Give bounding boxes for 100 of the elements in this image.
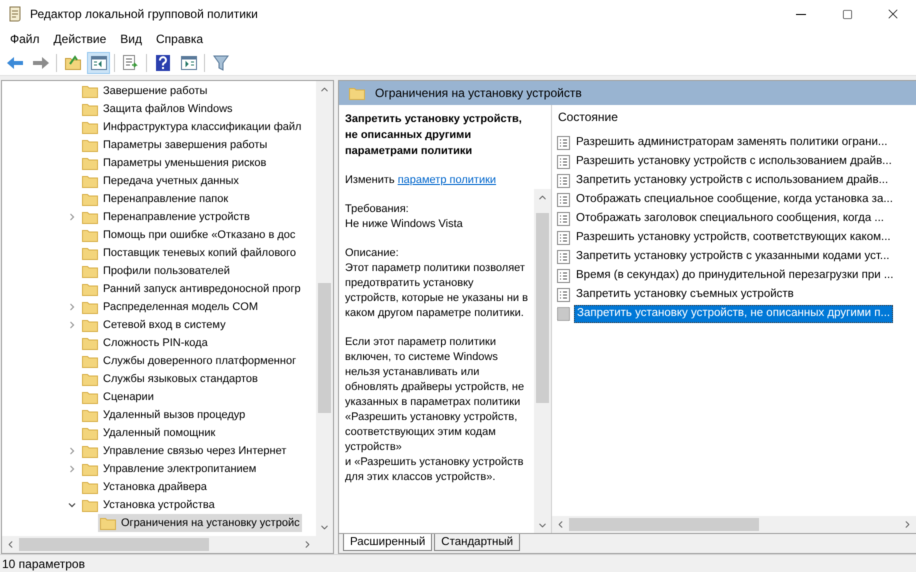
- folder-icon: [82, 156, 98, 170]
- policy-row[interactable]: Время (в секундах) до принудительной перезагрузки при ...: [574, 266, 896, 284]
- folder-icon: [82, 84, 98, 98]
- help-icon: [156, 54, 170, 70]
- policy-row[interactable]: Разрешить администраторам заменять политики ограни...: [574, 134, 890, 152]
- menu-item[interactable]: Файл: [3, 28, 47, 50]
- tree-item[interactable]: Перенаправление папок: [80, 190, 230, 208]
- tree-item[interactable]: Профили пользователей: [80, 262, 232, 280]
- tree-item[interactable]: Ранний запуск антивредоносной прогр: [80, 280, 303, 298]
- policy-setting-icon: [557, 268, 570, 282]
- tree-item[interactable]: Установка драйвера: [80, 478, 209, 496]
- folder-icon: [82, 210, 98, 224]
- tree-item[interactable]: Управление связью через Интернет: [80, 442, 288, 460]
- scrollbar-thumb[interactable]: [318, 283, 331, 413]
- tree-item[interactable]: Удаленный помощник: [80, 424, 218, 442]
- window-title: Редактор локальной групповой политики: [30, 6, 258, 23]
- forward-arrow-icon: [32, 56, 50, 70]
- tree-item[interactable]: Поставщик теневых копий файлового: [80, 244, 298, 262]
- folder-icon: [82, 336, 98, 350]
- column-header[interactable]: Состояние: [554, 105, 916, 129]
- menu-item[interactable]: Вид: [113, 28, 149, 50]
- tree-item[interactable]: Службы языковых стандартов: [80, 370, 260, 388]
- policy-setting-icon: [557, 154, 570, 168]
- tree-item[interactable]: Службы доверенного платформенног: [80, 352, 298, 370]
- policy-setting-icon: [557, 288, 570, 302]
- policy-setting-icon: [557, 192, 570, 206]
- policy-setting-icon: [557, 306, 570, 320]
- vertical-scrollbar[interactable]: [534, 189, 551, 534]
- menu-item[interactable]: Справка: [149, 28, 210, 50]
- policy-row[interactable]: Отображать специальное сообщение, когда установка за...: [574, 190, 895, 208]
- folder-icon: [82, 354, 98, 368]
- view-tab[interactable]: Расширенный: [343, 534, 432, 551]
- folder-icon: [82, 102, 98, 116]
- folder-icon: [82, 408, 98, 422]
- folder-icon: [82, 480, 98, 494]
- folder-icon: [82, 174, 98, 188]
- folder-icon: [349, 86, 365, 100]
- policy-row[interactable]: Отображать заголовок специального сообщения, когда ...: [574, 210, 886, 228]
- tree-item[interactable]: Удаленный вызов процедур: [80, 406, 248, 424]
- folder-icon: [82, 120, 98, 134]
- tree-item[interactable]: Перенаправление устройств: [80, 208, 252, 226]
- status-bar-text: 10 параметров: [2, 556, 85, 572]
- tree-item[interactable]: Установка устройства: [80, 496, 217, 514]
- horizontal-scrollbar[interactable]: [552, 516, 916, 533]
- pane-toggle-icon: [90, 56, 106, 70]
- menu-item[interactable]: Действие: [46, 28, 114, 50]
- policy-row[interactable]: Запретить установку устройств, не описанных другими п...: [574, 304, 894, 322]
- folder-icon: [82, 426, 98, 440]
- edit-policy-text: Изменить параметр политики: [345, 173, 498, 188]
- tree-item[interactable]: Сложность PIN-кода: [80, 334, 210, 352]
- policy-title: Запретить установку устройств, не описанных другими параметрами политики: [345, 112, 523, 159]
- chevron-icon[interactable]: [68, 501, 76, 509]
- tree-item[interactable]: Распределенная модель COM: [80, 298, 260, 316]
- folder-up-icon: [64, 55, 80, 70]
- tree-item[interactable]: Ограничения на установку устройс: [98, 514, 302, 532]
- folder-icon: [82, 228, 98, 242]
- description-paragraph: и «Разрешить установку устройств для этих классов устройств».: [345, 455, 524, 485]
- scrollbar-thumb[interactable]: [536, 213, 549, 403]
- tree-item[interactable]: Параметры завершения работы: [80, 136, 270, 154]
- horizontal-scrollbar[interactable]: [2, 536, 316, 553]
- tree-item[interactable]: Завершение работы: [80, 82, 210, 100]
- tree-item[interactable]: Управление электропитанием: [80, 460, 258, 478]
- filter-icon: [212, 54, 228, 70]
- policy-setting-link[interactable]: параметр политики: [398, 174, 496, 186]
- tree-item[interactable]: Инфраструктура классификации файл: [80, 118, 304, 136]
- tree-item[interactable]: Сетевой вход в систему: [80, 316, 228, 334]
- folder-icon: [82, 192, 98, 206]
- tree-item[interactable]: Параметры уменьшения рисков: [80, 154, 268, 172]
- folder-icon: [82, 390, 98, 404]
- description-paragraph: Этот параметр политики позволяет предотвратить установку устройств, которые не указаны ни в каком другом параметре политики.: [345, 261, 528, 321]
- view-tab[interactable]: Стандартный: [434, 534, 520, 551]
- requirements-label: Требования:: [345, 202, 410, 217]
- tree-item[interactable]: Передача учетных данных: [80, 172, 241, 190]
- vertical-scrollbar[interactable]: [316, 81, 333, 536]
- policy-row[interactable]: Разрешить установку устройств, соответствующих каком...: [574, 228, 893, 246]
- scrollbar-thumb[interactable]: [569, 518, 759, 531]
- description-label: Описание:: [345, 246, 400, 261]
- tree-item[interactable]: Помощь при ошибке «Отказано в дос: [80, 226, 298, 244]
- folder-icon: [82, 282, 98, 296]
- folder-icon: [82, 300, 98, 314]
- pane-header-title: Ограничения на установку устройств: [375, 85, 582, 102]
- toolbar-button[interactable]: [87, 52, 110, 74]
- requirements-text: Не ниже Windows Vista: [345, 217, 464, 232]
- policy-row[interactable]: Запретить установку устройств с указанными кодами уст...: [574, 248, 892, 266]
- policy-setting-icon: [557, 230, 570, 244]
- folder-icon: [82, 372, 98, 386]
- policy-row[interactable]: Разрешить установку устройств с использованием драйв...: [574, 152, 894, 170]
- maximize-icon: [842, 8, 852, 20]
- scroll-document-icon: [8, 6, 22, 22]
- policy-setting-icon: [557, 136, 570, 150]
- policy-row[interactable]: Запретить установку съемных устройств: [574, 286, 796, 304]
- description-paragraph: Если этот параметр политики включен, то системе Windows нельзя устанавливать или обновлять драйверы устройств, не указанных в параметрах политики «Разрешить установку устройств, соответствующих этим кодам устройств»: [345, 335, 526, 455]
- policy-setting-icon: [557, 212, 570, 226]
- policy-row[interactable]: Запретить установку устройств с использованием драйв...: [574, 172, 890, 190]
- tree-item[interactable]: Сценарии: [80, 388, 156, 406]
- scrollbar-thumb[interactable]: [19, 538, 209, 551]
- export-list-icon: [122, 55, 138, 70]
- action-pane-icon: [180, 56, 196, 70]
- tree-item[interactable]: Защита файлов Windows: [80, 100, 235, 118]
- back-arrow-icon: [6, 56, 24, 70]
